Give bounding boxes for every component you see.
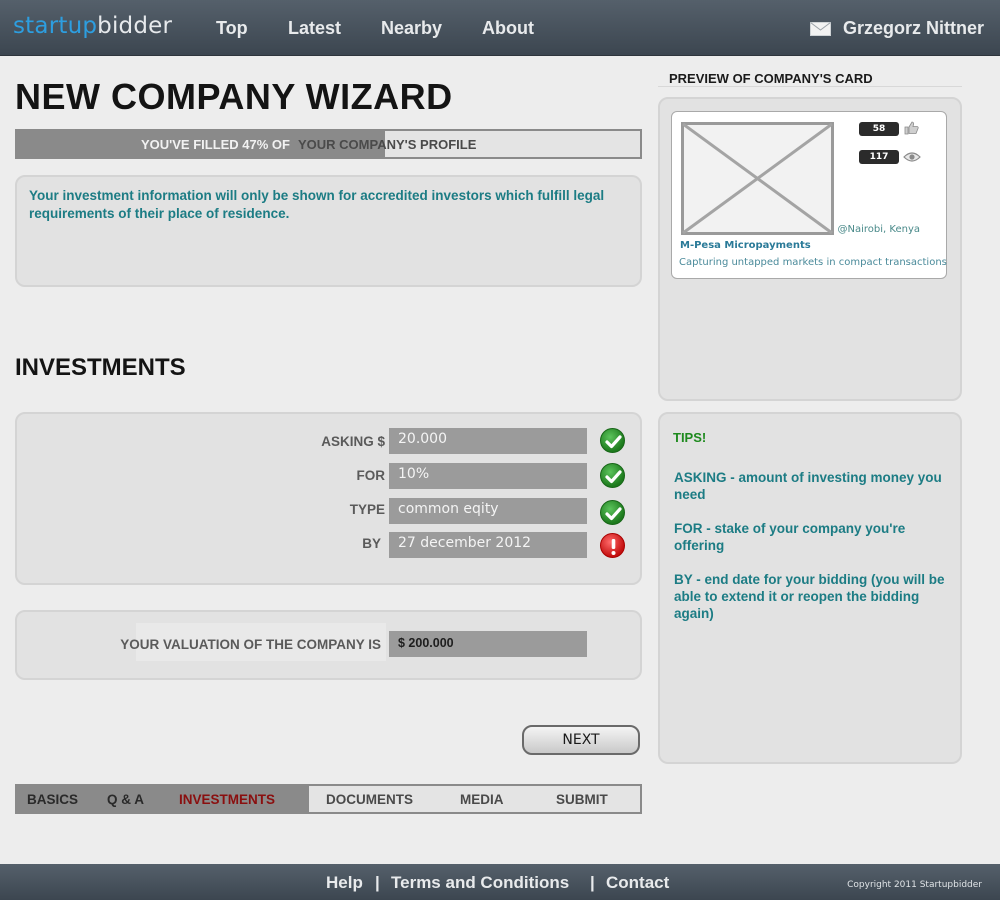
footer: Help | Terms and Conditions | Contact Co… — [0, 864, 1000, 900]
asking-label: ASKING $ — [321, 434, 385, 449]
user-name[interactable]: Grzegorz Nittner — [843, 18, 984, 39]
views-count: 117 — [859, 150, 899, 164]
by-error-icon — [600, 533, 625, 558]
tip-by: BY - end date for your bidding (you will… — [674, 572, 945, 621]
tip-for: FOR - stake of your company you're offer… — [674, 521, 906, 553]
type-ok-icon — [600, 500, 625, 525]
footer-separator: | — [375, 873, 380, 892]
next-button[interactable]: NEXT — [522, 725, 640, 755]
likes-count: 58 — [859, 122, 899, 136]
page-title: NEW COMPANY WIZARD — [15, 76, 453, 117]
nav-latest[interactable]: Latest — [288, 18, 341, 39]
step-basics[interactable]: BASICS — [27, 792, 78, 807]
asking-input[interactable]: 20.000 — [389, 428, 587, 454]
step-submit[interactable]: SUBMIT — [556, 792, 608, 807]
by-label: BY — [362, 536, 381, 551]
nav-about[interactable]: About — [482, 18, 534, 39]
image-placeholder-icon — [681, 122, 834, 235]
footer-contact-link[interactable]: Contact — [606, 873, 669, 893]
thumbs-up-icon — [904, 121, 919, 135]
top-navbar: startupbidder Top Latest Nearby About Gr… — [0, 0, 1000, 56]
mail-icon[interactable] — [810, 22, 831, 36]
copyright: Copyright 2011 Startupbidder — [847, 880, 982, 890]
step-qa[interactable]: Q & A — [107, 792, 144, 807]
company-description: Capturing untapped markets in compact tr… — [679, 257, 947, 268]
by-input[interactable]: 27 december 2012 — [389, 532, 587, 558]
footer-terms-link[interactable]: Terms and Conditions — [391, 873, 569, 893]
eye-icon — [903, 152, 921, 162]
preview-title: PREVIEW OF COMPANY'S CARD — [669, 71, 873, 86]
tips-panel: TIPS! ASKING - amount of investing money… — [658, 412, 962, 764]
nav-nearby[interactable]: Nearby — [381, 18, 442, 39]
asking-ok-icon — [600, 428, 625, 453]
profile-progress-bar: YOU'VE FILLED 47% OF YOUR COMPANY'S PROF… — [15, 129, 642, 159]
progress-filled-label: YOU'VE FILLED 47% OF — [140, 137, 290, 152]
valuation-value: $ 200.000 — [389, 631, 587, 657]
type-label: TYPE — [349, 502, 385, 517]
logo[interactable]: startupbidder — [13, 13, 172, 39]
divider — [658, 86, 962, 87]
investment-info-text: Your investment information will only be… — [29, 188, 605, 221]
footer-help-link[interactable]: Help — [326, 873, 363, 893]
info-panel: Your investment information will only be… — [15, 175, 642, 287]
step-documents[interactable]: DOCUMENTS — [326, 792, 413, 807]
company-name[interactable]: M-Pesa Micropayments — [680, 240, 811, 251]
company-card[interactable]: 58 117 @Nairobi, Kenya M-Pesa Micropayme… — [671, 111, 947, 279]
logo-part-bidder: bidder — [97, 13, 173, 39]
step-investments[interactable]: INVESTMENTS — [179, 792, 275, 807]
for-ok-icon — [600, 463, 625, 488]
tips-title: TIPS! — [673, 430, 707, 445]
for-label: FOR — [356, 468, 386, 483]
type-input[interactable]: common eqity — [389, 498, 587, 524]
progress-rest-label: YOUR COMPANY'S PROFILE — [298, 137, 477, 152]
nav-top[interactable]: Top — [216, 18, 248, 39]
footer-separator: | — [590, 873, 595, 892]
step-media[interactable]: MEDIA — [460, 792, 504, 807]
company-location: @Nairobi, Kenya — [837, 224, 920, 235]
section-title-investments: INVESTMENTS — [15, 354, 186, 381]
for-input[interactable]: 10% — [389, 463, 587, 489]
logo-part-startup: startup — [13, 13, 98, 39]
valuation-label: YOUR VALUATION OF THE COMPANY IS — [120, 637, 381, 652]
wizard-steps: BASICS Q & A INVESTMENTS DOCUMENTS MEDIA… — [15, 784, 642, 814]
tip-asking: ASKING - amount of investing money you n… — [674, 470, 942, 502]
